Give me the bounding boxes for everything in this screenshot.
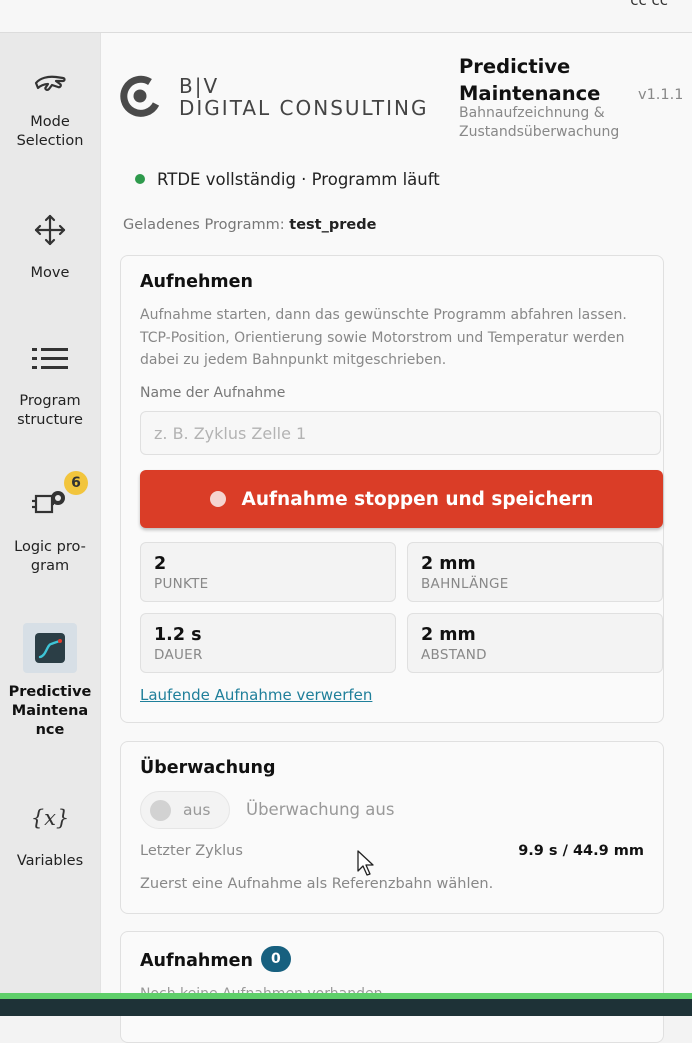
connection-status: RTDE vollständig · Programm läuft [135,170,440,189]
sidebar-item-mode-selection[interactable]: Mode Selection [0,67,100,151]
monitoring-hint: Zuerst eine Aufnahme als Referenzbahn wä… [140,876,494,892]
last-cycle-value: 9.9 s / 44.9 mm [518,843,644,859]
recording-card: Aufnehmen Aufnahme starten, dann das gew… [120,255,664,723]
monitoring-state-text: Überwachung aus [246,800,395,819]
last-cycle-label: Letzter Zyklus [140,843,243,859]
page-title: Predictive Maintenance [459,53,600,107]
sidebar-item-label: Logic pro-gram [14,539,86,574]
recording-title: Aufnehmen [140,272,253,292]
recording-name-input[interactable] [140,411,661,455]
monitoring-card: Überwachung aus Überwachung aus Letzter … [120,741,664,914]
sidebar-item-logic-program[interactable]: 6 Logic pro-gram [0,471,100,576]
stat-value: 2 mm [421,625,476,645]
stat-value: 2 [154,554,167,574]
subtitle-line2: Zustandsüberwachung [459,124,620,140]
toggle-label: aus [183,801,211,819]
move-arrows-icon [34,214,66,246]
sidebar-item-label: Program structure [17,393,83,428]
company-logo-text: B|V DIGITAL CONSULTING [179,75,429,119]
stat-label: BAHNLÄNGE [421,576,509,592]
record-dot-icon [209,491,226,507]
sidebar-item-label: Variables [16,853,84,869]
stat-value: 1.2 s [154,625,202,645]
stat-value: 2 mm [421,554,476,574]
company-logo-icon [120,75,160,117]
page-subtitle: Bahnaufzeichnung & Zustandsüberwachung [459,104,619,142]
stat-path-length: 2 mm BAHNLÄNGE [407,542,663,602]
status-text: RTDE vollständig · Programm läuft [157,170,440,189]
discard-recording-link[interactable]: Laufende Aufnahme verwerfen [140,686,372,704]
stop-recording-button[interactable]: Aufnahme stoppen und speichern [140,470,663,528]
title-line2: Maintenance [459,82,601,105]
sidebar-item-predictive-maintenance[interactable]: Predictive Maintena nce [0,623,100,740]
recordings-count-badge: 0 [260,946,291,972]
active-item-highlight [23,623,77,673]
stat-distance: 2 mm ABSTAND [407,613,663,673]
toggle-knob [150,800,171,821]
sidebar: Mode Selection Move Program structure 6 [0,33,100,993]
sidebar-item-label: Move [30,265,70,281]
stat-duration: 1.2 s DAUER [140,613,396,673]
stat-label: ABSTAND [421,647,487,663]
monitoring-toggle[interactable]: aus [140,791,230,829]
list-icon [32,348,68,369]
loaded-program-name: test_prede [289,217,377,233]
subtitle-line1: Bahnaufzeichnung & [459,105,605,121]
variable-x-icon: {x} [30,806,70,830]
recordings-title: Aufnahmen 0 [140,946,291,974]
loaded-program-label: Geladenes Programm: [123,217,285,233]
recordings-title-text: Aufnahmen [140,951,253,971]
top-bar: cc cc [0,0,692,33]
recording-name-label: Name der Aufnahme [140,385,286,401]
recording-description: Aufnahme starten, dann das gewünschte Pr… [140,307,627,368]
sidebar-item-program-structure[interactable]: Program structure [0,338,100,430]
notification-badge: 6 [64,471,88,495]
stat-label: DAUER [154,647,203,663]
logo-line1: B|V [179,74,220,98]
stop-recording-label: Aufnahme stoppen und speichern [241,488,594,510]
trend-chart-icon [35,633,65,663]
bottom-footer-bar [0,999,692,1016]
scrollbar[interactable] [682,33,692,993]
hand-icon [34,75,66,91]
monitoring-title: Überwachung [140,758,276,778]
logic-chip-icon [32,491,65,514]
sidebar-item-label: Mode Selection [16,114,84,149]
stat-points: 2 PUNKTE [140,542,396,602]
main-panel: B|V DIGITAL CONSULTING Predictive Mainte… [100,33,684,1043]
title-line1: Predictive [459,55,571,78]
sidebar-item-label: Predictive Maintena nce [8,684,92,738]
sidebar-item-move[interactable]: Move [0,210,100,283]
stat-label: PUNKTE [154,576,209,592]
loaded-program: Geladenes Programm: test_prede [123,217,376,233]
sidebar-item-variables[interactable]: {x} Variables [0,798,100,871]
top-bar-text: cc cc [630,0,668,9]
logo-line2: DIGITAL CONSULTING [179,96,429,120]
version-label: v1.1.1 [638,87,684,103]
mouse-cursor-icon [357,850,374,876]
status-dot-icon [135,173,145,184]
recordings-card: Aufnahmen0 Noch keine Aufnahmen vorhande… [120,931,664,1043]
